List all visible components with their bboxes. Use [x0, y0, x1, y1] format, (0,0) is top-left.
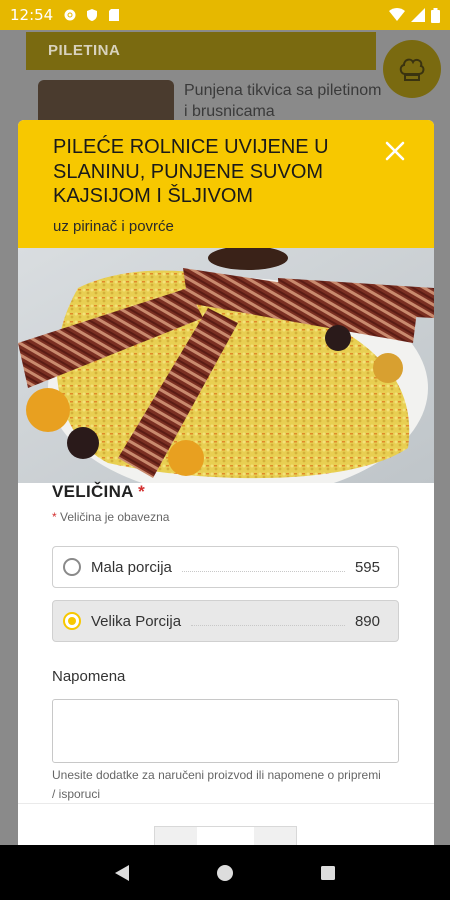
navigation-bar	[0, 845, 450, 900]
home-button[interactable]	[215, 863, 235, 883]
note-input[interactable]	[52, 699, 399, 763]
product-title: PILEĆE ROLNICE UVIJENE U SLANINU, PUNJEN…	[53, 136, 329, 207]
product-modal: PILEĆE ROLNICE UVIJENE U SLANINU, PUNJEN…	[18, 120, 434, 845]
chef-hat-button[interactable]	[383, 40, 441, 98]
note-hint: Unesite dodatke za naručeni proizvod ili…	[52, 768, 381, 801]
quantity-stepper[interactable]	[154, 826, 297, 845]
quantity-value	[197, 827, 254, 845]
settings-icon	[64, 9, 76, 21]
required-hint-text: Veličina je obavezna	[60, 510, 170, 524]
chef-hat-icon	[399, 58, 425, 81]
size-option-large-label: Velika Porcija	[91, 612, 182, 630]
size-section-title: VELIČINA *	[52, 482, 145, 502]
background-category-header: PILETINA	[26, 32, 376, 70]
quantity-increase-button[interactable]	[254, 827, 296, 845]
size-required-hint: * Veličina je obavezna	[52, 510, 169, 524]
required-hint-asterisk: *	[52, 510, 57, 524]
wifi-icon	[389, 8, 405, 21]
price-leader-dots	[191, 616, 345, 626]
size-option-small[interactable]: Mala porcija 595	[52, 546, 399, 588]
home-circle-icon	[216, 864, 233, 881]
modal-header: PILEĆE ROLNICE UVIJENE U SLANINU, PUNJEN…	[18, 120, 434, 248]
recents-button[interactable]	[318, 863, 338, 883]
status-time: 12:54	[10, 6, 54, 24]
signal-icon	[411, 8, 425, 22]
size-option-large-price: 890	[354, 612, 380, 630]
back-button[interactable]	[112, 863, 132, 883]
size-title-text: VELIČINA	[52, 482, 134, 501]
sd-card-icon	[109, 9, 120, 21]
note-label: Napomena	[52, 668, 126, 685]
required-asterisk: *	[138, 482, 146, 501]
battery-icon	[431, 7, 440, 23]
size-option-large[interactable]: Velika Porcija 890	[52, 600, 399, 642]
size-option-small-label: Mala porcija	[91, 558, 172, 576]
product-subtitle: uz pirinač i povrće	[53, 217, 174, 235]
size-option-large-radio[interactable]	[63, 612, 81, 630]
divider	[18, 803, 434, 804]
shield-icon	[87, 9, 98, 21]
status-bar: 12:54	[0, 0, 450, 30]
close-icon[interactable]	[384, 140, 406, 162]
recents-square-icon	[321, 865, 336, 880]
back-triangle-icon	[114, 864, 129, 881]
product-photo	[18, 248, 434, 483]
size-option-small-radio[interactable]	[63, 558, 81, 576]
background-item-title: Punjena tikvica sa piletinom i brusnicam…	[184, 82, 382, 120]
quantity-decrease-button[interactable]	[155, 827, 197, 845]
price-leader-dots	[181, 562, 345, 572]
size-option-small-price: 595	[354, 558, 380, 576]
